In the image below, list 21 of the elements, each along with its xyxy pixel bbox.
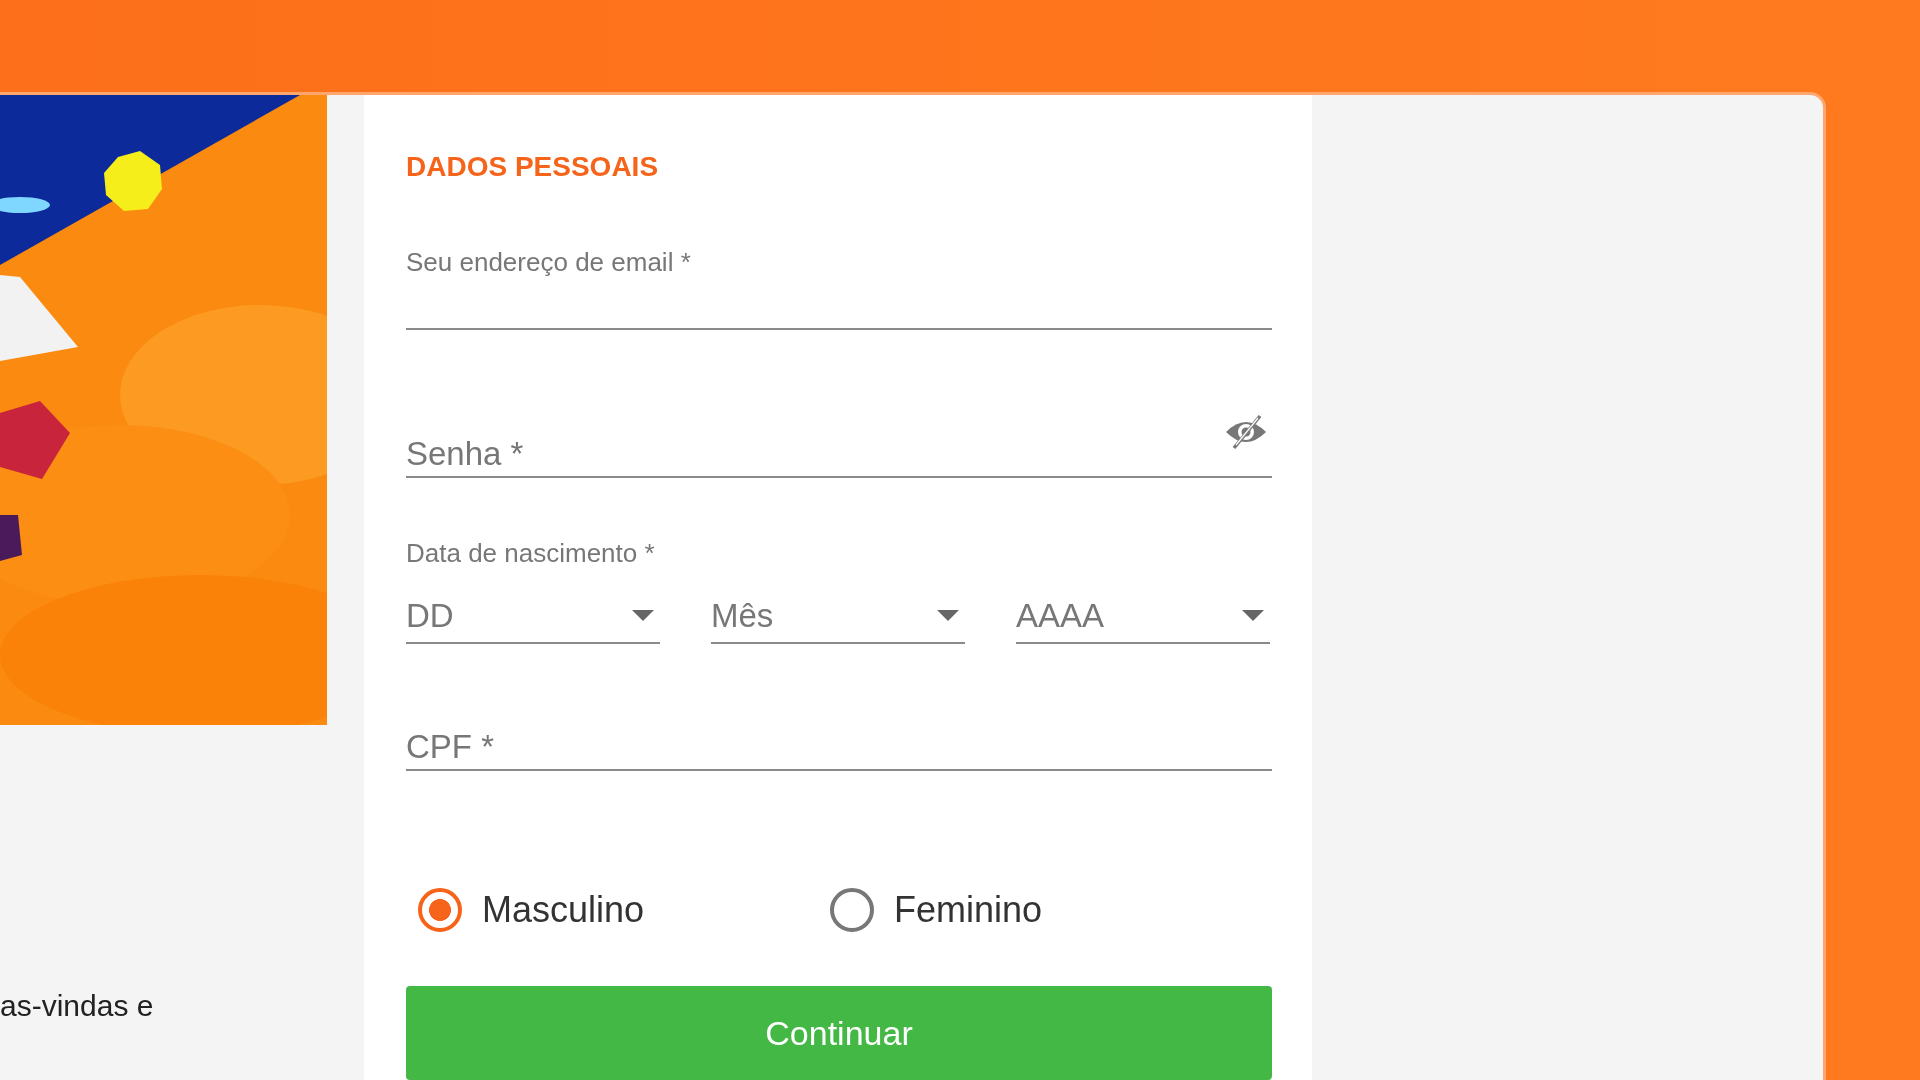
hide-password-icon[interactable] bbox=[1224, 414, 1268, 451]
radio-label[interactable]: Masculino bbox=[482, 888, 645, 931]
dropdown-value: AAAA bbox=[1016, 596, 1105, 635]
radio-label[interactable]: Feminino bbox=[894, 888, 1043, 931]
section-title: DADOS PESSOAIS bbox=[406, 151, 659, 183]
field-label: Data de nascimento * bbox=[406, 537, 655, 569]
caret-icon bbox=[937, 610, 959, 622]
dropdown[interactable]: AAAA bbox=[1016, 589, 1270, 644]
continue-button[interactable]: Continuar bbox=[406, 985, 1272, 1080]
radio-button[interactable] bbox=[830, 887, 874, 932]
dropdown[interactable]: Mês bbox=[711, 589, 965, 644]
caret-icon bbox=[1242, 610, 1264, 622]
dropdown-value: DD bbox=[406, 596, 454, 635]
email-field[interactable]: Seu endereço de email * bbox=[406, 247, 1272, 331]
field-label: Seu endereço de email * bbox=[406, 247, 691, 278]
caret-icon bbox=[632, 610, 654, 622]
dropdown[interactable]: DD bbox=[406, 589, 660, 644]
cpf-field[interactable]: CPF * bbox=[406, 724, 1272, 771]
radio-button[interactable] bbox=[418, 887, 462, 932]
dropdown-value: Mês bbox=[711, 596, 774, 635]
welcome-text: as-vindas e bbox=[0, 989, 154, 1023]
